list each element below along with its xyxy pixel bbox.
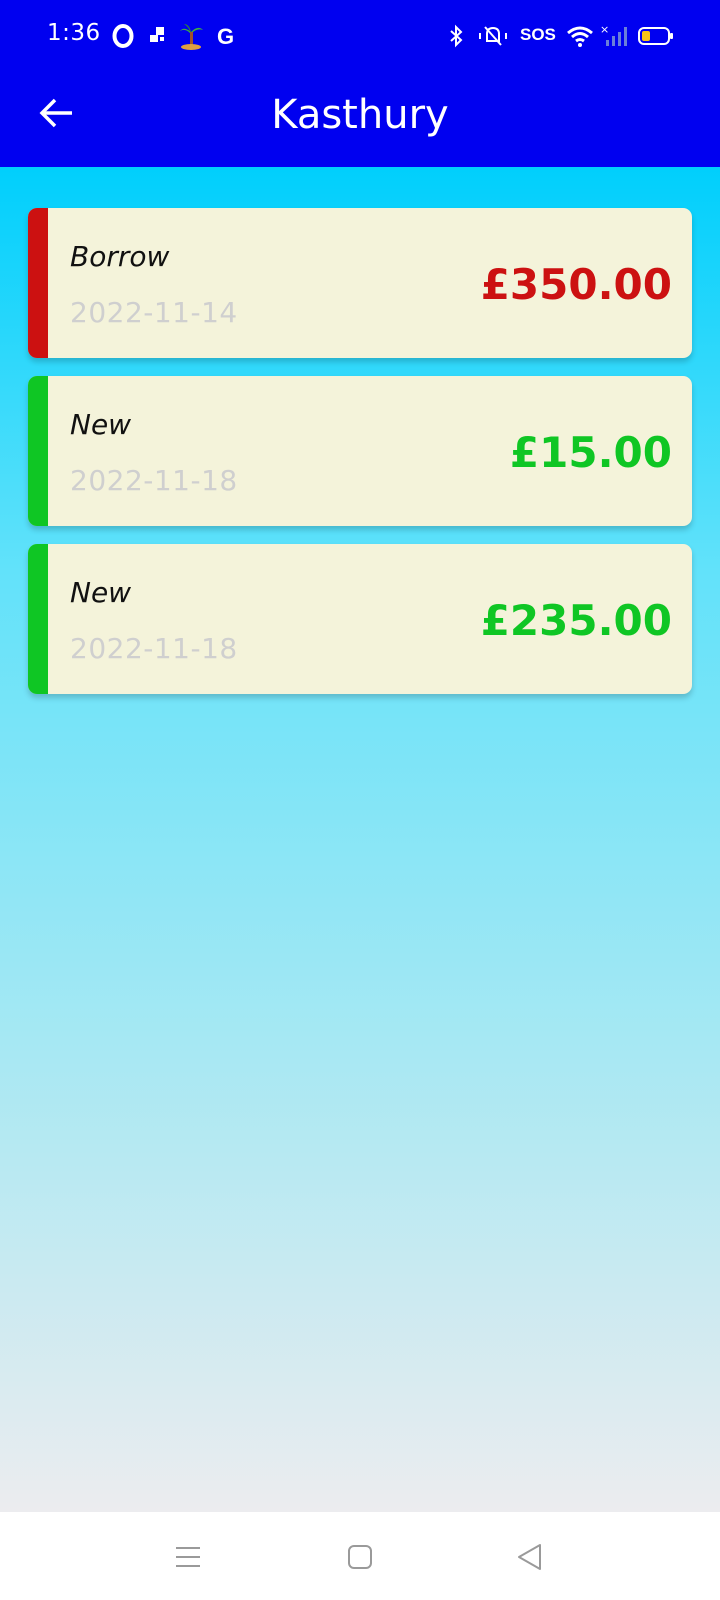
google-icon: G xyxy=(216,22,238,50)
battery-icon xyxy=(638,22,674,50)
opera-icon xyxy=(112,22,134,50)
status-time: 1:36 xyxy=(47,20,101,46)
status-bar: 1:36 G SOS × xyxy=(0,0,720,72)
wifi-icon xyxy=(566,22,594,50)
transaction-date: 2022-11-18 xyxy=(70,464,238,497)
app-icon xyxy=(148,22,170,50)
transaction-card[interactable]: New 2022-11-18 £235.00 xyxy=(28,544,692,694)
sos-indicator: SOS xyxy=(520,25,556,44)
transaction-date: 2022-11-14 xyxy=(70,296,238,329)
transaction-stripe-new xyxy=(28,376,48,526)
transaction-stripe-borrow xyxy=(28,208,48,358)
toolbar: Kasthury xyxy=(0,72,720,167)
transaction-card[interactable]: New 2022-11-18 £15.00 xyxy=(28,376,692,526)
transaction-type: Borrow xyxy=(70,240,170,273)
page-title: Kasthury xyxy=(271,92,449,138)
svg-text:×: × xyxy=(600,24,609,36)
mute-icon xyxy=(476,22,510,50)
back-triangle-icon xyxy=(516,1542,544,1572)
transaction-date: 2022-11-18 xyxy=(70,632,238,665)
transaction-type: New xyxy=(70,576,132,609)
transaction-amount: £15.00 xyxy=(509,428,672,477)
bluetooth-icon xyxy=(448,22,464,50)
home-square-icon xyxy=(347,1544,373,1570)
system-nav-bar xyxy=(0,1512,720,1600)
menu-icon xyxy=(174,1545,202,1569)
transaction-card[interactable]: Borrow 2022-11-14 £350.00 xyxy=(28,208,692,358)
home-button[interactable] xyxy=(340,1537,380,1577)
transaction-amount: £350.00 xyxy=(480,260,672,309)
svg-text:G: G xyxy=(217,24,234,48)
back-nav-button[interactable] xyxy=(510,1537,550,1577)
recents-button[interactable] xyxy=(168,1537,208,1577)
transaction-list: Borrow 2022-11-14 £350.00 New 2022-11-18… xyxy=(0,167,720,1512)
transaction-stripe-new xyxy=(28,544,48,694)
transaction-type: New xyxy=(70,408,132,441)
transaction-amount: £235.00 xyxy=(480,596,672,645)
app-bar: 1:36 G SOS × Kasthury xyxy=(0,0,720,167)
signal-icon: × xyxy=(600,22,628,50)
palm-tree-icon xyxy=(178,22,204,50)
